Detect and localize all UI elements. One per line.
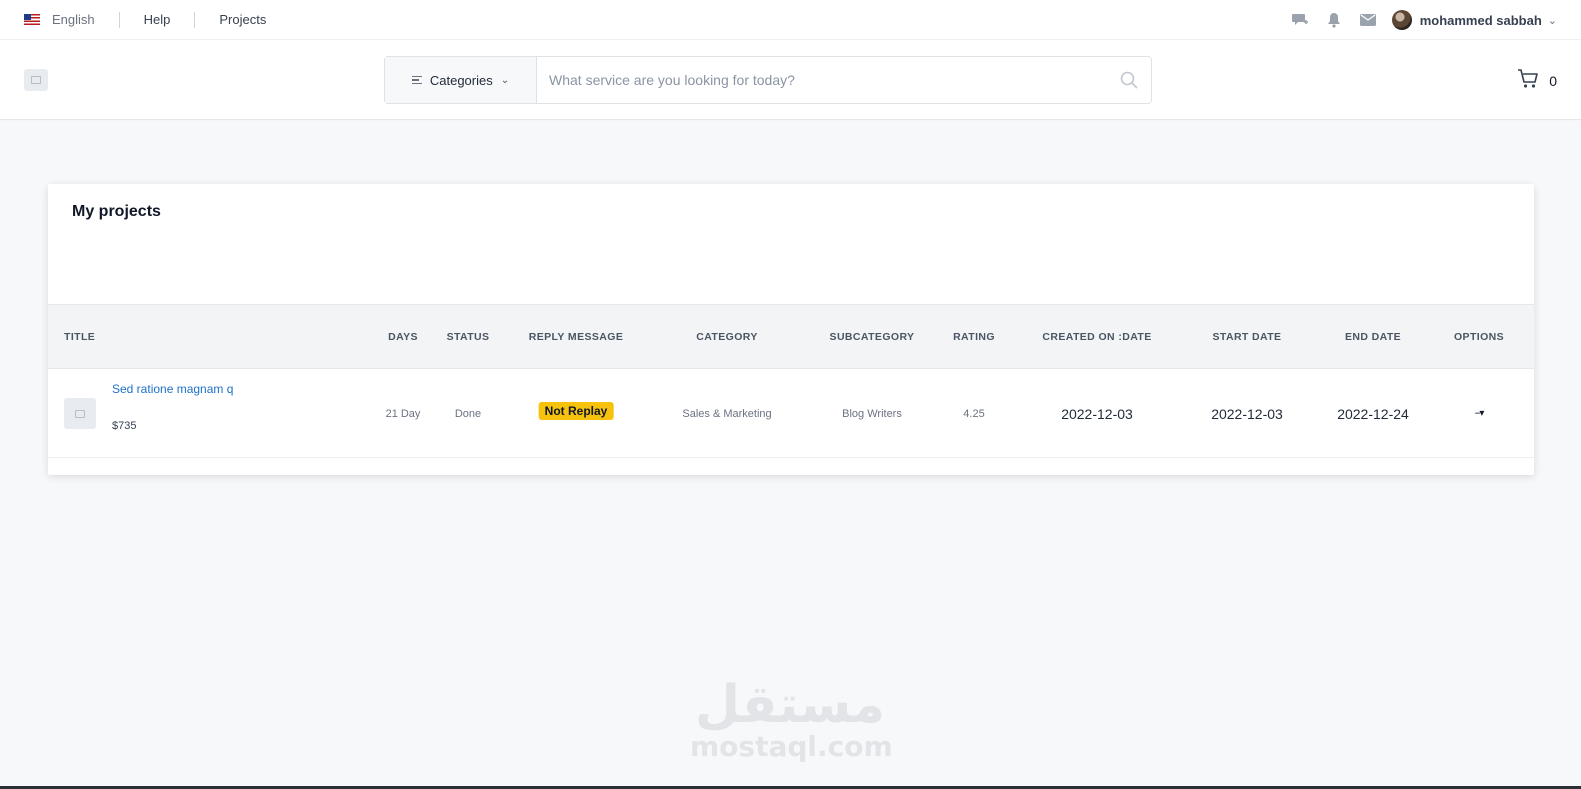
project-price: $735 [112,420,137,432]
divider [194,11,196,28]
categories-label: Categories [429,72,493,88]
logo-placeholder[interactable] [24,69,48,91]
bell-icon[interactable] [1324,10,1344,30]
column-header-status[interactable]: STATUS [447,305,490,370]
menu-lines-icon [411,75,422,85]
language-selector[interactable]: English [52,12,95,27]
search-input[interactable] [537,57,1107,103]
options-dropdown[interactable]: --▾ [1475,369,1485,458]
chat-plus-icon[interactable] [1290,10,1310,30]
column-header-days[interactable]: DAYS [388,305,418,370]
chevron-down-icon[interactable]: ⌄ [1548,14,1557,27]
cart-icon [1517,69,1539,92]
top-bar: English Help Projects mohammed sabbah ⌄ [0,0,1581,40]
search-icon[interactable] [1107,57,1151,103]
watermark-latin: mostaql.com [690,730,893,763]
table-row: Sed ratione magnam q $735 21 Day Done No… [48,369,1534,458]
main-header: Categories ⌄ 0 [0,40,1581,120]
subcategory-cell: Blog Writers [842,407,902,420]
column-header-subcategory[interactable]: SUBCATEGORY [830,305,915,370]
image-placeholder-icon [31,76,41,84]
projects-link[interactable]: Projects [219,12,266,27]
column-header-rating[interactable]: RATING [953,305,995,370]
divider [118,11,120,28]
top-bar-right: mohammed sabbah ⌄ [1290,0,1557,40]
column-header-start-date[interactable]: START DATE [1213,305,1282,370]
column-header-created-on[interactable]: CREATED ON :DATE [1042,305,1151,370]
avatar[interactable] [1391,10,1412,30]
column-header-end-date[interactable]: END DATE [1345,305,1401,370]
page-title: My projects [72,203,161,220]
column-header-category[interactable]: CATEGORY [696,305,758,370]
watermark: مستقل mostaql.com [690,672,893,772]
status-cell: Done [454,407,482,420]
flag-us-icon[interactable] [24,14,40,25]
column-header-options[interactable]: OPTIONS [1454,305,1504,370]
search-bar: Categories ⌄ [384,56,1152,104]
reply-message-cell: Not Replay [538,369,614,458]
image-placeholder-icon [75,409,85,418]
created-on-cell: 2022-12-03 [1061,405,1133,422]
chevron-down-icon: ⌄ [500,74,510,86]
username[interactable]: mohammed sabbah [1420,13,1542,28]
days-cell: 21 Day [385,407,421,420]
top-bar-left: English Help Projects [24,11,266,28]
project-title-link[interactable]: Sed ratione magnam q [112,382,233,396]
cart[interactable]: 0 [1517,69,1557,92]
table-header: TITLE DAYS STATUS REPLY MESSAGE CATEGORY… [48,304,1534,369]
project-thumbnail[interactable] [64,398,96,429]
start-date-cell: 2022-12-03 [1211,405,1283,422]
rating-cell: 4.25 [963,407,985,420]
column-header-reply-message[interactable]: REPLY MESSAGE [529,305,623,370]
column-header-title[interactable]: TITLE [64,305,95,370]
end-date-cell: 2022-12-24 [1337,405,1409,422]
watermark-arabic: مستقل [694,675,886,735]
category-cell: Sales & Marketing [682,407,772,420]
help-link[interactable]: Help [144,12,171,27]
cart-count: 0 [1549,72,1557,89]
mail-icon[interactable] [1358,10,1378,30]
projects-card: My projects TITLE DAYS STATUS REPLY MESS… [48,184,1534,475]
categories-dropdown[interactable]: Categories ⌄ [385,57,537,103]
status-badge: Not Replay [538,401,614,420]
options-toggle[interactable]: --▾ [1475,408,1485,419]
